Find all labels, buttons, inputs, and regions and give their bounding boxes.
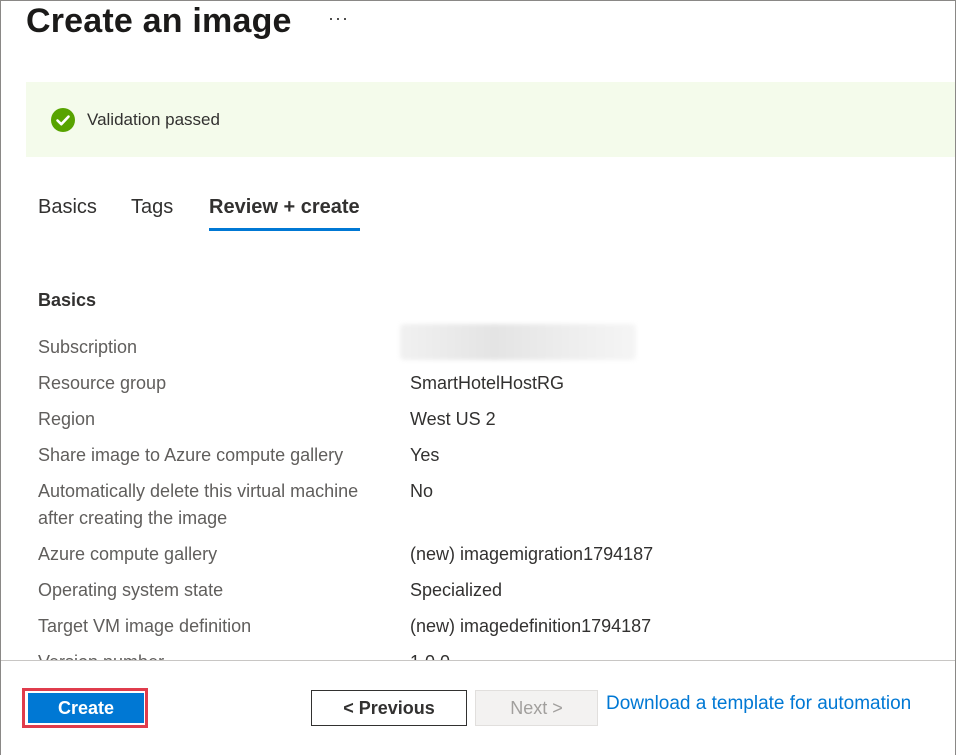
- row-label: Resource group: [38, 373, 167, 393]
- row-label: Version number: [38, 649, 398, 660]
- page-title: Create an image: [26, 2, 292, 40]
- row-label: Automatically delete this virtual machin…: [38, 481, 359, 528]
- previous-button[interactable]: < Previous: [311, 690, 467, 726]
- redacted-value: [400, 324, 636, 360]
- row-value: No: [410, 481, 434, 501]
- next-button: Next >: [475, 690, 598, 726]
- create-button[interactable]: Create: [28, 693, 144, 723]
- row-label: Share image to Azure compute gallery: [38, 445, 344, 465]
- tab-review-create[interactable]: Review + create: [209, 196, 360, 231]
- row-value: (new) imagedefinition1794187: [410, 616, 652, 636]
- tab-tags[interactable]: Tags: [131, 196, 173, 227]
- section-heading: Basics: [38, 290, 97, 310]
- row-value: Specialized: [410, 580, 503, 600]
- row-value: West US 2: [410, 409, 496, 429]
- validation-banner: Validation passed: [26, 82, 955, 157]
- check-circle-icon: [51, 107, 75, 132]
- row-label: Region: [38, 409, 96, 429]
- row-value: SmartHotelHostRG: [410, 373, 565, 393]
- row-label: Subscription: [38, 337, 138, 357]
- validation-text: Validation passed: [87, 109, 220, 129]
- row-value: 1.0.0: [410, 649, 450, 660]
- tab-basics[interactable]: Basics: [38, 196, 97, 227]
- row-value: (new) imagemigration1794187: [410, 544, 654, 564]
- download-template-link[interactable]: Download a template for automation: [606, 693, 911, 715]
- row-label: Operating system state: [38, 580, 224, 600]
- row-value: Yes: [410, 445, 440, 465]
- content-area: Create an image ··· Validation passed Ba…: [0, 0, 956, 660]
- more-options-button[interactable]: ···: [328, 8, 349, 29]
- row-label: Azure compute gallery: [38, 544, 218, 564]
- row-label: Target VM image definition: [38, 616, 252, 636]
